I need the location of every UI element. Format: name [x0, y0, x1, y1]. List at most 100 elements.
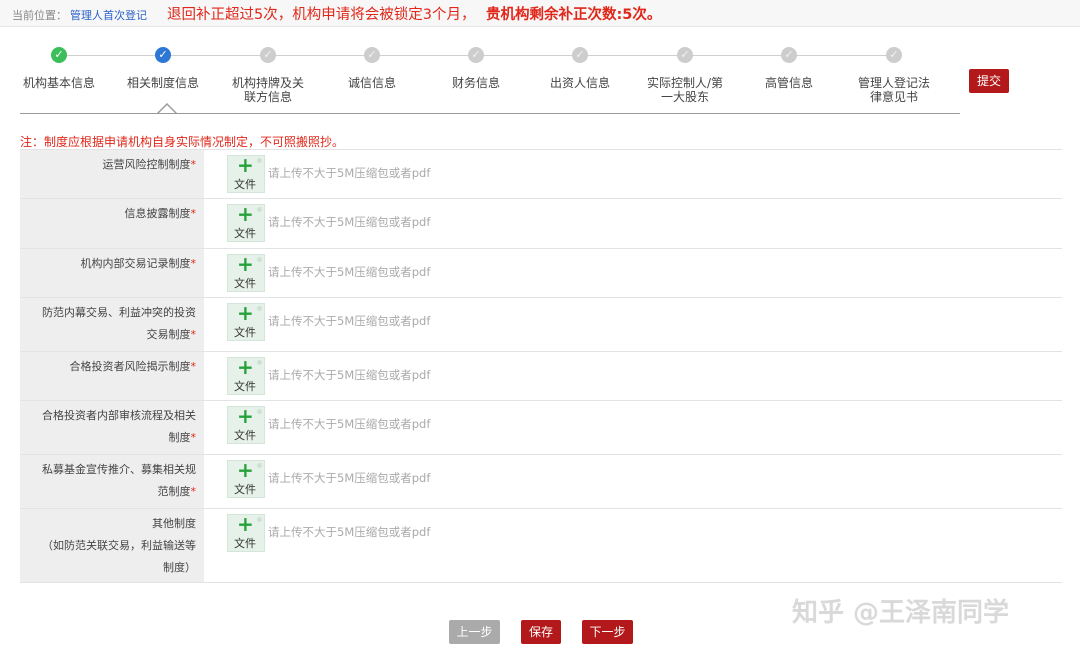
required-marker: * — [190, 207, 197, 220]
row-label-cell: 合格投资者风险揭示制度* — [20, 352, 204, 400]
breadcrumb-label: 当前位置： — [12, 9, 67, 22]
step-8-todo-icon: ✓ — [781, 47, 797, 63]
upload-label: 文件 — [234, 429, 256, 442]
step-label[interactable]: 财务信息 — [431, 76, 521, 90]
form-note: 注：制度应根据申请机构自身实际情况制定，不可照搬照抄。 — [20, 135, 345, 149]
row-label-text: 防范内幕交易、利益冲突的投资 交易制度* — [20, 302, 196, 346]
row-label-cell: 运营风险控制制度* — [20, 150, 204, 198]
step-5-todo-icon: ✓ — [468, 47, 484, 63]
upload-hint: 请上传不大于5M压缩包或者pdf — [268, 166, 431, 180]
upload-hint: 请上传不大于5M压缩包或者pdf — [268, 417, 431, 431]
step-connector — [797, 55, 886, 56]
file-upload-button[interactable]: + 文件 — [227, 512, 265, 552]
upload-hint: 请上传不大于5M压缩包或者pdf — [268, 265, 431, 279]
required-marker: * — [190, 360, 197, 373]
row-label-text: 合格投资者内部审核流程及相关 制度* — [20, 405, 196, 449]
watermark: 知乎 @王泽南同学 — [792, 598, 1010, 628]
upload-label: 文件 — [234, 178, 256, 191]
step-divider — [20, 113, 960, 114]
decoration-dot-icon — [257, 306, 262, 311]
decoration-dot-icon — [257, 409, 262, 414]
file-upload-button[interactable]: + 文件 — [227, 458, 265, 498]
breadcrumb-link[interactable]: 管理人首次登记 — [70, 7, 147, 23]
form-row: 运营风险控制制度* + 文件 请上传不大于5M压缩包或者pdf — [20, 149, 1062, 198]
step-label[interactable]: 诚信信息 — [327, 76, 417, 90]
prev-step-button[interactable]: 上一步 — [449, 620, 500, 644]
file-upload-button[interactable]: + 文件 — [227, 355, 265, 395]
decoration-dot-icon — [257, 463, 262, 468]
policy-upload-table: 运营风险控制制度* + 文件 请上传不大于5M压缩包或者pdf 信息披露制度* + 文件 请上… — [20, 149, 1062, 583]
next-step-button[interactable]: 下一步 — [582, 620, 633, 644]
file-upload-button[interactable]: + 文件 — [227, 404, 265, 444]
row-label-text: 信息披露制度* — [20, 203, 197, 225]
decoration-dot-icon — [257, 158, 262, 163]
form-row: 信息披露制度* + 文件 请上传不大于5M压缩包或者pdf — [20, 198, 1062, 248]
required-marker: * — [190, 158, 197, 171]
row-label: 信息披露制度 — [124, 207, 191, 220]
row-label-cell: 防范内幕交易、利益冲突的投资 交易制度* — [20, 298, 204, 351]
row-label: 其他制度 （如防范关联交易，利益输送等 制度） — [42, 517, 196, 574]
upload-label: 文件 — [234, 537, 256, 550]
step-label[interactable]: 相关制度信息 — [118, 76, 208, 90]
row-label-text: 运营风险控制制度* — [20, 154, 197, 176]
step-label[interactable]: 高管信息 — [744, 76, 834, 90]
step-4-todo-icon: ✓ — [364, 47, 380, 63]
file-upload-button[interactable]: + 文件 — [227, 301, 265, 341]
step-label[interactable]: 出资人信息 — [535, 76, 625, 90]
plus-icon: + — [237, 458, 254, 482]
save-button[interactable]: 保存 — [521, 620, 561, 644]
step-connector — [588, 55, 677, 56]
row-label-cell: 机构内部交易记录制度* — [20, 249, 204, 297]
plus-icon: + — [237, 202, 254, 226]
plus-icon: + — [237, 252, 254, 276]
row-label: 运营风险控制制度 — [102, 158, 191, 171]
decoration-dot-icon — [257, 517, 262, 522]
row-label-text: 私募基金宣传推介、募集相关规 范制度* — [20, 459, 196, 503]
form-row: 私募基金宣传推介、募集相关规 范制度* + 文件 请上传不大于5M压缩包或者pdf — [20, 454, 1062, 508]
row-label: 防范内幕交易、利益冲突的投资 交易制度 — [42, 306, 196, 341]
decoration-dot-icon — [257, 360, 262, 365]
step-connector — [693, 55, 781, 56]
step-1-done-icon: ✓ — [51, 47, 67, 63]
row-label: 合格投资者风险揭示制度 — [69, 360, 191, 373]
step-connector — [171, 55, 260, 56]
plus-icon: + — [237, 153, 254, 177]
row-label: 机构内部交易记录制度 — [80, 257, 191, 270]
row-label-cell: 私募基金宣传推介、募集相关规 范制度* — [20, 455, 204, 508]
step-2-current-icon: ✓ — [155, 47, 171, 63]
step-connector — [484, 55, 572, 56]
file-upload-button[interactable]: + 文件 — [227, 202, 265, 242]
step-label[interactable]: 机构基本信息 — [14, 76, 104, 90]
decoration-dot-icon — [257, 257, 262, 262]
step-label[interactable]: 机构持牌及关 联方信息 — [223, 76, 313, 104]
row-label-cell: 信息披露制度* — [20, 199, 204, 248]
alert-remaining-count: 贵机构剩余补正次数:5次。 — [486, 7, 662, 23]
form-row: 其他制度 （如防范关联交易，利益输送等 制度） + 文件 请上传不大于5M压缩包或者p… — [20, 508, 1062, 583]
required-marker: * — [190, 431, 197, 444]
upload-label: 文件 — [234, 227, 256, 240]
upload-label: 文件 — [234, 380, 256, 393]
file-upload-button[interactable]: + 文件 — [227, 153, 265, 193]
step-7-todo-icon: ✓ — [677, 47, 693, 63]
upload-label: 文件 — [234, 326, 256, 339]
upload-label: 文件 — [234, 483, 256, 496]
row-label-cell: 合格投资者内部审核流程及相关 制度* — [20, 401, 204, 454]
upload-hint: 请上传不大于5M压缩包或者pdf — [268, 215, 431, 229]
step-9-todo-icon: ✓ — [886, 47, 902, 63]
row-label: 合格投资者内部审核流程及相关 制度 — [42, 409, 196, 444]
step-3-todo-icon: ✓ — [260, 47, 276, 63]
upload-hint: 请上传不大于5M压缩包或者pdf — [268, 471, 431, 485]
row-label-text: 其他制度 （如防范关联交易，利益输送等 制度） — [20, 513, 196, 579]
form-row: 机构内部交易记录制度* + 文件 请上传不大于5M压缩包或者pdf — [20, 248, 1062, 297]
submit-button[interactable]: 提交 — [969, 69, 1009, 93]
row-label-text: 合格投资者风险揭示制度* — [20, 356, 197, 378]
upload-hint: 请上传不大于5M压缩包或者pdf — [268, 525, 431, 539]
plus-icon: + — [237, 355, 254, 379]
step-6-todo-icon: ✓ — [572, 47, 588, 63]
top-bar: 当前位置： 管理人首次登记 退回补正超过5次，机构申请将会被锁定3个月， 贵机构… — [0, 0, 1080, 27]
form-row: 合格投资者内部审核流程及相关 制度* + 文件 请上传不大于5M压缩包或者pdf — [20, 400, 1062, 454]
step-connector — [380, 55, 468, 56]
file-upload-button[interactable]: + 文件 — [227, 252, 265, 292]
step-label[interactable]: 实际控制人/第 一大股东 — [640, 76, 730, 104]
step-label[interactable]: 管理人登记法 律意见书 — [849, 76, 939, 104]
